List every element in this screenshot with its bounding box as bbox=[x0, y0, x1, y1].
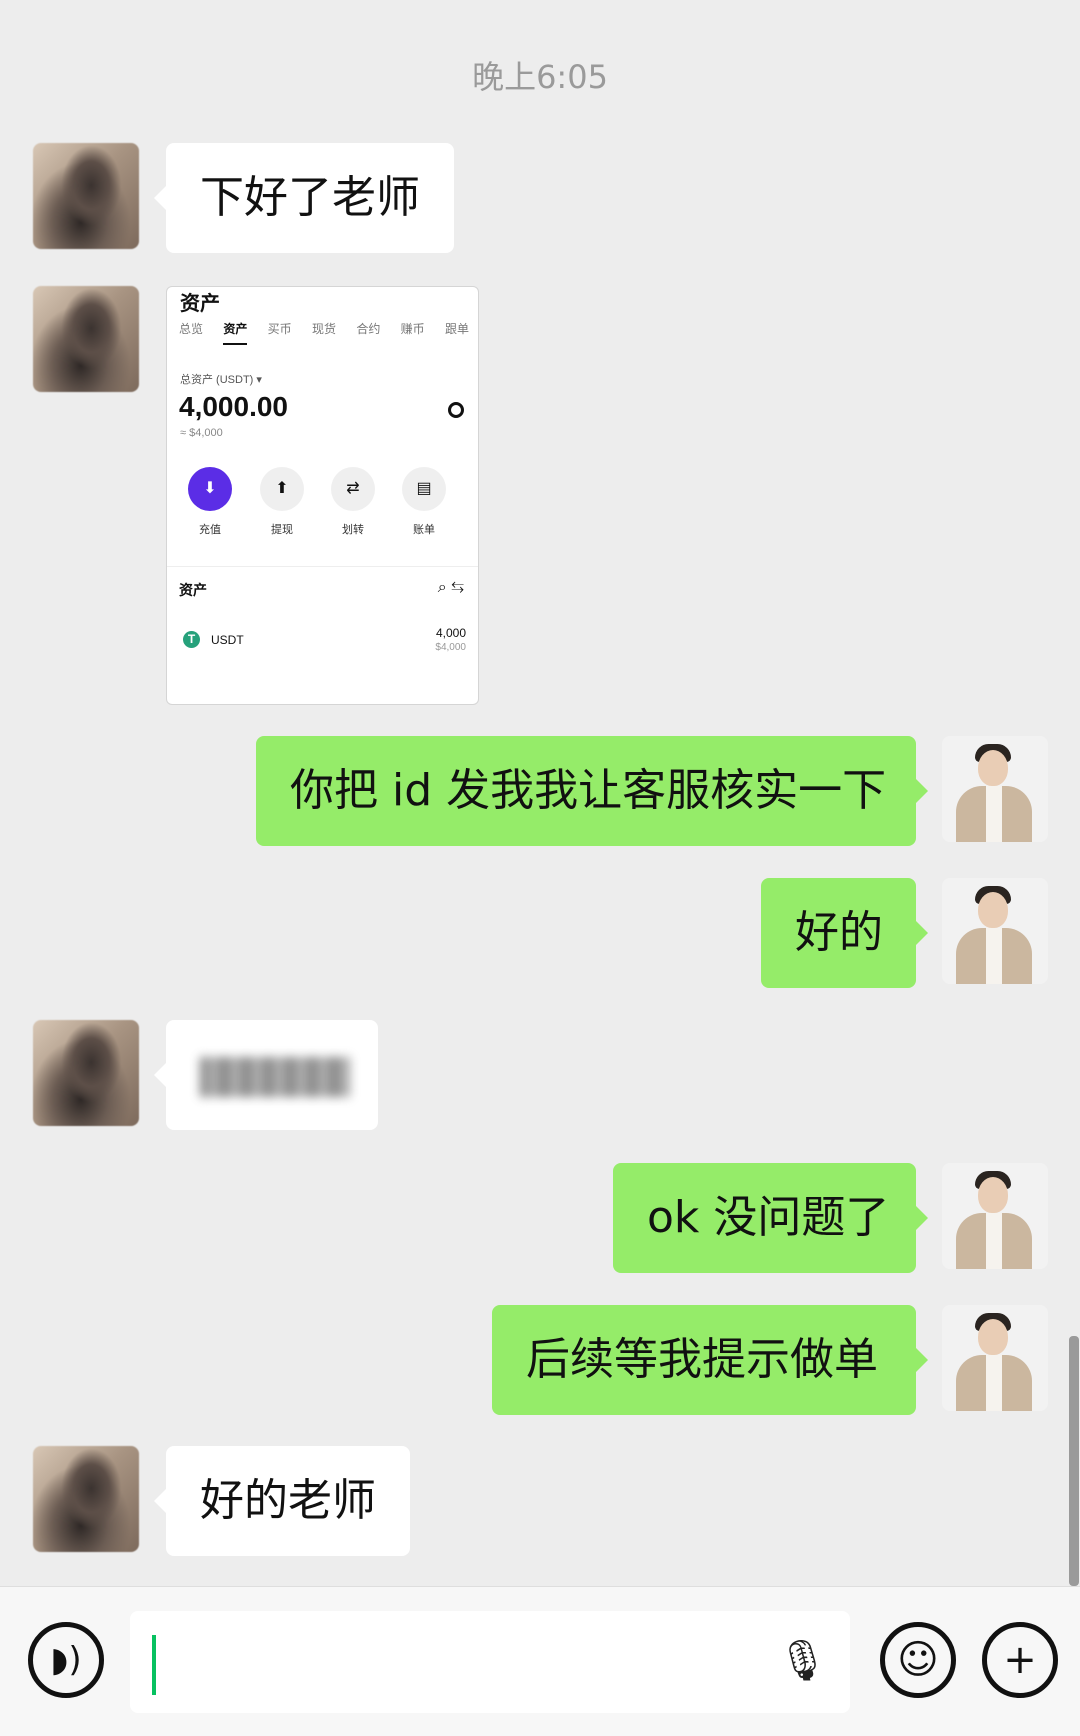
redacted-text bbox=[200, 1057, 350, 1097]
message-bubble-sent[interactable]: ok 没问题了 bbox=[613, 1163, 928, 1273]
message-bubble-received[interactable]: 下好了老师 bbox=[154, 143, 454, 253]
contact-avatar[interactable] bbox=[33, 143, 139, 249]
message-bubble-received[interactable]: 好的老师 bbox=[154, 1446, 410, 1556]
scrollbar[interactable] bbox=[1069, 1336, 1079, 1586]
action-transfer: ⇄ 划转 bbox=[330, 467, 376, 537]
action-label: 充值 bbox=[199, 524, 221, 536]
contact-avatar[interactable] bbox=[33, 286, 139, 392]
message-bubble-received-blurred[interactable] bbox=[154, 1020, 378, 1130]
filter-icon: ⇆ bbox=[451, 579, 464, 596]
tab-overview: 总览 bbox=[179, 322, 204, 336]
my-avatar[interactable] bbox=[942, 736, 1048, 842]
document-icon: ▤ bbox=[402, 467, 446, 511]
tab-spot: 现货 bbox=[311, 322, 336, 336]
search-filter-icons: ⌕ ⇆ bbox=[438, 579, 464, 597]
message-bubble-sent[interactable]: 你把 id 发我我让客服核实一下 bbox=[256, 736, 928, 846]
coin-value: 4,000 $4,000 bbox=[435, 627, 466, 654]
image-message-screenshot[interactable]: 资产 总览 资产 买币 现货 合约 赚币 跟单 总资产 (USDT) ▾ 4,0… bbox=[166, 286, 479, 705]
message-bubble-sent[interactable]: 好的 bbox=[761, 878, 928, 988]
voice-toggle-button[interactable]: ◗) bbox=[28, 1622, 104, 1698]
divider bbox=[167, 566, 478, 567]
chat-timestamp: 晚上6:05 bbox=[472, 58, 608, 96]
chat-input-bar: ◗) 🎙 ☺ + bbox=[0, 1586, 1080, 1736]
my-avatar[interactable] bbox=[942, 878, 1048, 984]
emoji-button[interactable]: ☺ bbox=[880, 1622, 956, 1698]
text-cursor bbox=[152, 1635, 156, 1695]
plus-icon: + bbox=[1003, 1637, 1037, 1683]
action-label: 划转 bbox=[342, 524, 364, 536]
action-label: 提现 bbox=[271, 524, 293, 536]
total-assets-label: 总资产 (USDT) ▾ bbox=[180, 374, 262, 386]
coin-name: USDT bbox=[211, 633, 244, 647]
total-assets-amount: 4,000.00 bbox=[179, 391, 288, 422]
emoji-icon: ☺ bbox=[897, 1637, 939, 1683]
upload-icon: ⬆ bbox=[260, 467, 304, 511]
voice-icon: ◗) bbox=[50, 1640, 82, 1680]
message-bubble-sent[interactable]: 后续等我提示做单 bbox=[492, 1305, 928, 1415]
tab-earn: 赚币 bbox=[400, 322, 425, 336]
download-icon: ⬇ bbox=[188, 467, 232, 511]
action-withdraw: ⬆ 提现 bbox=[259, 467, 305, 537]
action-label: 账单 bbox=[413, 524, 435, 536]
contact-avatar[interactable] bbox=[33, 1020, 139, 1126]
tab-assets: 资产 bbox=[223, 320, 248, 345]
message-input[interactable]: 🎙 bbox=[130, 1611, 850, 1713]
transfer-icon: ⇄ bbox=[331, 467, 375, 511]
tab-copy: 跟单 bbox=[444, 322, 469, 336]
screenshot-tabs: 总览 资产 买币 现货 合约 赚币 跟单 bbox=[179, 320, 469, 345]
search-icon: ⌕ bbox=[437, 579, 447, 596]
my-avatar[interactable] bbox=[942, 1305, 1048, 1411]
screenshot-title: 资产 bbox=[180, 293, 220, 315]
microphone-icon[interactable]: 🎙 bbox=[777, 1637, 828, 1684]
eye-icon bbox=[448, 402, 464, 418]
tab-contract: 合约 bbox=[356, 322, 381, 336]
total-assets-approx: ≈ $4,000 bbox=[180, 427, 223, 439]
assets-heading: 资产 bbox=[179, 582, 207, 598]
coin-usd: $4,000 bbox=[435, 642, 466, 653]
plus-button[interactable]: + bbox=[982, 1622, 1058, 1698]
action-deposit: ⬇ 充值 bbox=[187, 467, 233, 537]
my-avatar[interactable] bbox=[942, 1163, 1048, 1269]
action-bill: ▤ 账单 bbox=[401, 467, 447, 537]
coin-amount: 4,000 bbox=[435, 626, 466, 640]
usdt-coin-icon: T bbox=[183, 631, 200, 648]
contact-avatar[interactable] bbox=[33, 1446, 139, 1552]
tab-buy: 买币 bbox=[267, 322, 292, 336]
